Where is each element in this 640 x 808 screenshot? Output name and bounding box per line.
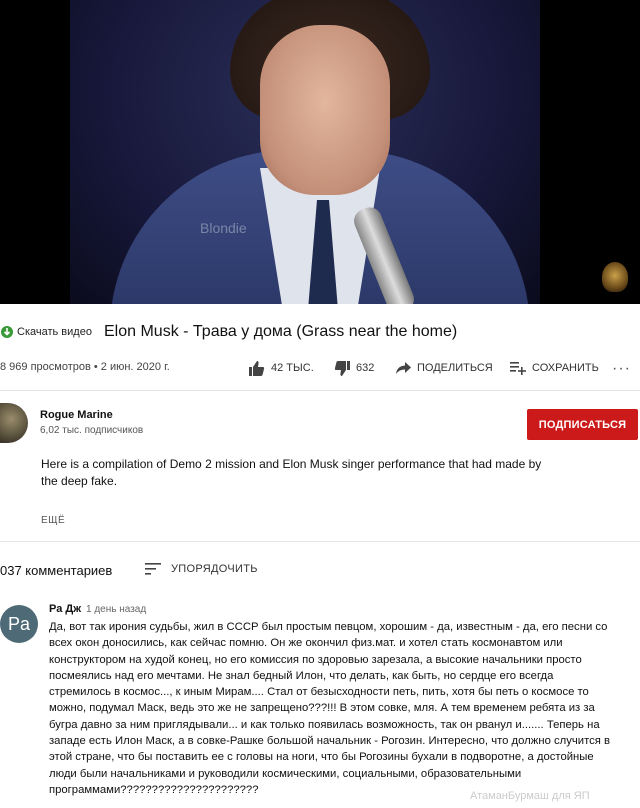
download-link[interactable]: Скачать видео (0, 325, 92, 339)
sort-button[interactable]: УПОРЯДОЧИТЬ (145, 563, 258, 575)
video-description: Here is a compilation of Demo 2 mission … (41, 457, 542, 488)
video-overlay-text: Blondie (200, 220, 247, 236)
video-player[interactable]: Blondie (0, 0, 640, 304)
dislike-count: 632 (356, 362, 375, 374)
like-count: 42 ТЫС. (271, 362, 314, 374)
show-more-button[interactable]: ЕЩЁ (41, 515, 65, 526)
save-label: СОХРАНИТЬ (532, 362, 599, 374)
sort-label: УПОРЯДОЧИТЬ (171, 563, 258, 575)
title-row: Скачать видео Elon Musk - Трава у дома (… (0, 322, 640, 346)
more-actions-icon[interactable]: ··· (612, 360, 631, 378)
dislike-button[interactable]: 632 (334, 358, 374, 378)
share-icon (396, 362, 411, 374)
channel-avatar[interactable] (0, 403, 28, 443)
download-link-label: Скачать видео (17, 326, 92, 338)
comment-text: Да, вот так ирония судьбы, жил в СССР бы… (49, 621, 611, 796)
sort-icon (145, 563, 161, 575)
channel-name[interactable]: Rogue Marine (40, 409, 113, 421)
save-button[interactable]: СОХРАНИТЬ (510, 358, 599, 378)
thumbs-down-icon (334, 360, 350, 376)
video-title: Elon Musk - Трава у дома (Grass near the… (104, 323, 458, 340)
divider-bottom (0, 541, 640, 542)
thumbs-up-icon (249, 360, 265, 376)
comment-timestamp[interactable]: 1 день назад (86, 604, 146, 615)
comment-author[interactable]: Ра Дж (49, 603, 81, 615)
stats-row: 8 969 просмотров • 2 июн. 2020 г. 42 ТЫС… (0, 358, 640, 382)
comment-avatar[interactable]: Pa (0, 605, 38, 643)
share-button[interactable]: ПОДЕЛИТЬСЯ (395, 358, 493, 378)
subscribe-button[interactable]: ПОДПИСАТЬСЯ (527, 409, 638, 440)
like-button[interactable]: 42 ТЫС. (249, 358, 314, 378)
view-count-date: 8 969 просмотров • 2 июн. 2020 г. (0, 361, 170, 373)
page-watermark: АтаманБурмаш для ЯП (470, 790, 590, 802)
video-corner-logo-icon (602, 262, 628, 292)
share-label: ПОДЕЛИТЬСЯ (417, 362, 493, 374)
video-frame: Blondie (70, 0, 540, 304)
playlist-add-icon (510, 362, 526, 375)
comment-count: 037 комментариев (0, 563, 113, 578)
video-figure-face (260, 25, 390, 195)
subscriber-count: 6,02 тыс. подписчиков (40, 425, 144, 436)
divider-top (0, 390, 640, 391)
download-icon (0, 325, 14, 339)
